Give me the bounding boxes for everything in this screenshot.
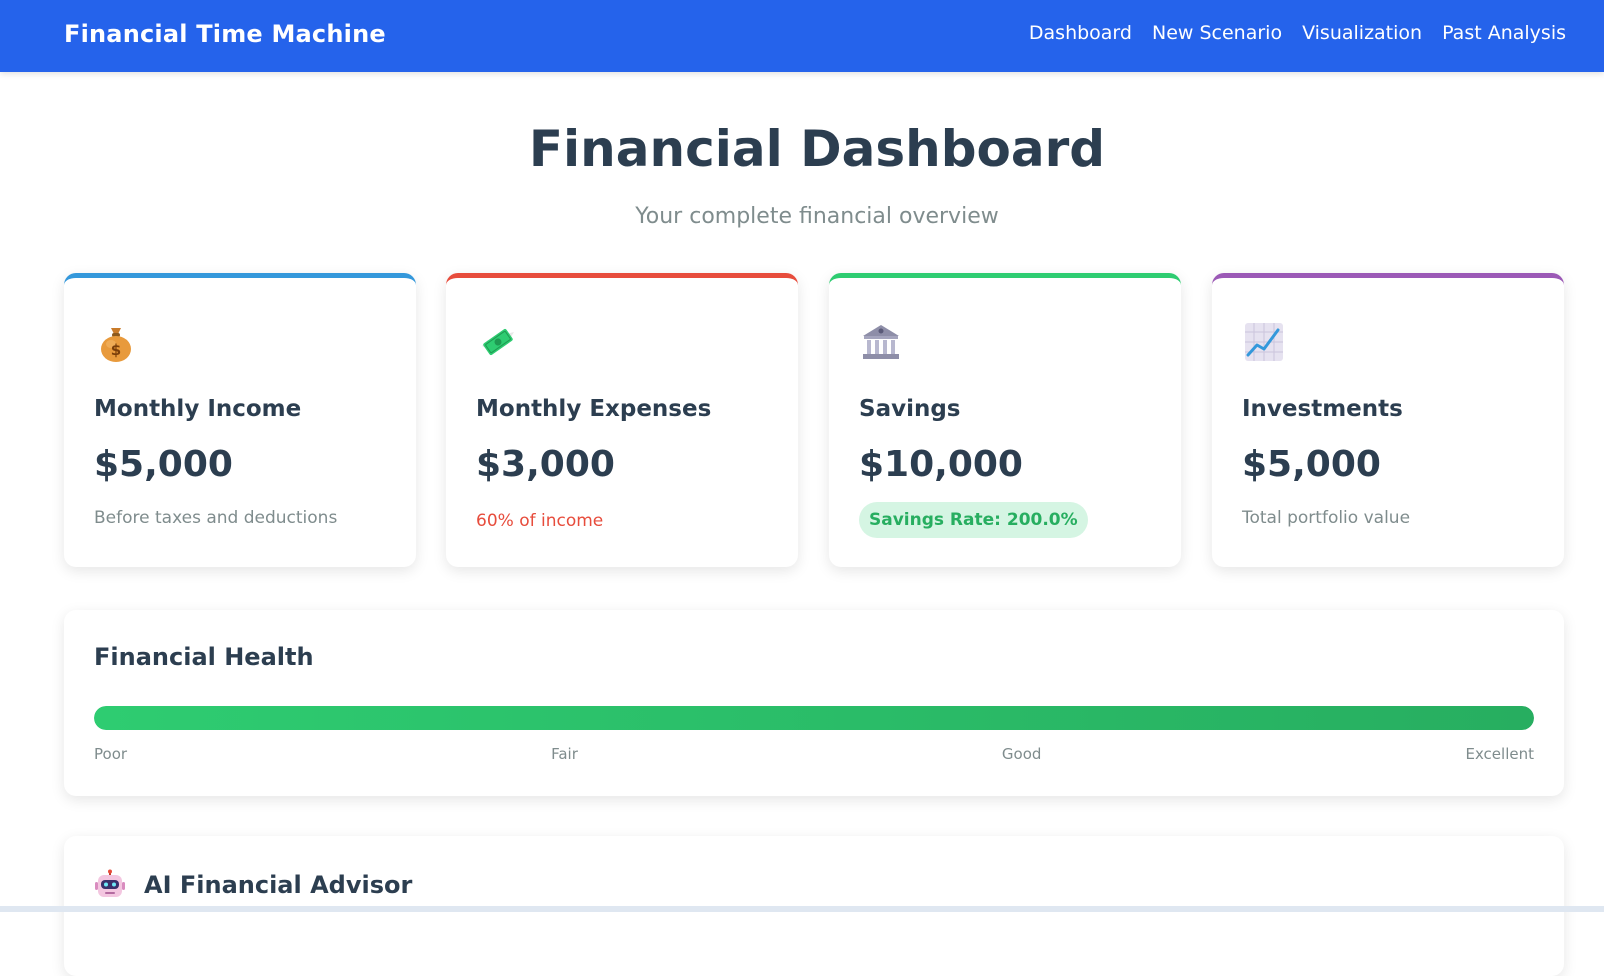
money-with-wings-icon bbox=[476, 320, 520, 364]
health-label-fair: Fair bbox=[551, 745, 578, 763]
investments-card: Investments $5,000 Total portfolio value bbox=[1212, 273, 1564, 567]
card-note: Before taxes and deductions bbox=[94, 508, 338, 528]
card-value: $10,000 bbox=[859, 444, 1023, 485]
health-progress-fill bbox=[94, 706, 1534, 730]
monthly-expenses-card: Monthly Expenses $3,000 60% of income bbox=[446, 273, 798, 567]
robot-icon bbox=[94, 869, 126, 901]
ai-advisor-title: AI Financial Advisor bbox=[144, 871, 413, 899]
health-label-excellent: Excellent bbox=[1465, 745, 1534, 763]
page-subtitle: Your complete financial overview bbox=[635, 204, 999, 229]
chart-increasing-icon bbox=[1242, 320, 1286, 364]
health-label-poor: Poor bbox=[94, 745, 128, 763]
savings-rate-badge: Savings Rate: 200.0% bbox=[859, 502, 1088, 538]
top-navbar: Financial Time Machine Dashboard New Sce… bbox=[0, 0, 1604, 72]
card-value: $5,000 bbox=[94, 444, 233, 485]
bank-icon bbox=[859, 320, 903, 364]
svg-text:$: $ bbox=[111, 341, 121, 359]
health-progress-bar bbox=[94, 706, 1534, 730]
expense-ratio-text: 60% of income bbox=[476, 511, 604, 531]
card-value: $3,000 bbox=[476, 444, 615, 485]
card-note: Total portfolio value bbox=[1242, 508, 1411, 528]
health-label-good: Good bbox=[1001, 745, 1042, 763]
nav-visualization[interactable]: Visualization bbox=[1302, 22, 1422, 44]
nav-past-analysis[interactable]: Past Analysis bbox=[1442, 22, 1566, 44]
card-title: Monthly Expenses bbox=[476, 396, 712, 422]
card-title: Monthly Income bbox=[94, 396, 302, 422]
financial-health-title: Financial Health bbox=[94, 643, 314, 671]
card-value: $5,000 bbox=[1242, 444, 1381, 485]
health-scale-labels: Poor Fair Good Excellent bbox=[94, 745, 1534, 763]
card-title: Savings bbox=[859, 396, 961, 422]
nav-new-scenario[interactable]: New Scenario bbox=[1152, 22, 1282, 44]
bottom-scroll-edge bbox=[0, 906, 1604, 912]
page-title: Financial Dashboard bbox=[528, 120, 1106, 178]
savings-card: Savings $10,000 Savings Rate: 200.0% bbox=[829, 273, 1181, 567]
brand-logo[interactable]: Financial Time Machine bbox=[64, 20, 386, 48]
financial-health-panel: Financial Health Poor Fair Good Excellen… bbox=[64, 610, 1564, 796]
card-title: Investments bbox=[1242, 396, 1403, 422]
monthly-income-card: $ Monthly Income $5,000 Before taxes and… bbox=[64, 273, 416, 567]
money-bag-icon: $ bbox=[94, 320, 138, 364]
nav-links: Dashboard New Scenario Visualization Pas… bbox=[1029, 22, 1566, 44]
nav-dashboard[interactable]: Dashboard bbox=[1029, 22, 1132, 44]
